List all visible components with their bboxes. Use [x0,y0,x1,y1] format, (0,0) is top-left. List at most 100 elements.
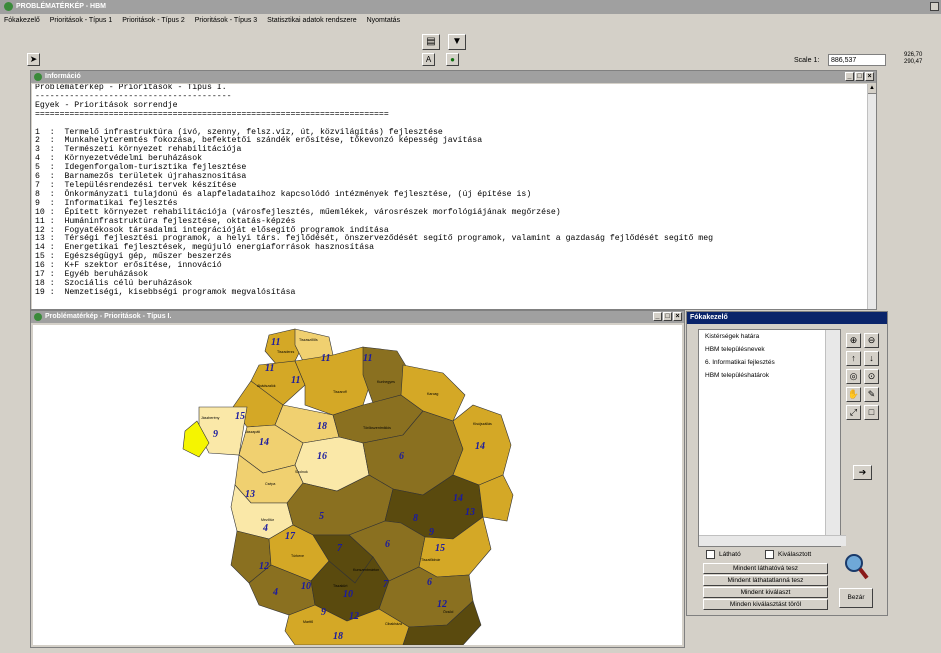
menu-prioritasok-2[interactable]: Prioritások - Típus 2 [122,17,185,24]
layer-item[interactable]: Kistérségek határa [699,330,840,343]
select-all-button[interactable]: Mindent kiválaszt [703,587,828,598]
minimize-button[interactable]: _ [845,72,854,81]
arrow-down-icon: ↓ [869,353,874,363]
layer-panel-title: Fókakezelő [687,312,887,324]
checkbox-icon [706,550,715,559]
info-line: 19 : Nemzetiségi, kisebbségi programok m… [35,287,296,297]
info-line: 16 : K+F szektor erősítése, innováció [35,261,222,271]
app-icon [4,2,13,11]
info-window: Információ _ □ × Problématérkép - Prioritá… [30,70,877,310]
layer-list[interactable]: Kistérségek határa HBM településnevek 6.… [698,329,846,547]
text-icon: A [425,55,432,64]
window-control[interactable] [930,2,939,11]
magnifier-icon [843,552,869,580]
map-window-title: Problématérkép - Prioritások - Típus I. [45,313,172,320]
funnel-tool-button[interactable]: ▼ [448,34,466,50]
priority-label: 11 [321,353,330,364]
hand-icon: ✋ [847,389,860,399]
priority-label: 9 [429,527,434,538]
zoom-in-button[interactable]: ⊕ [846,333,861,348]
arrow-up-icon: ↑ [851,353,856,363]
priority-label: 13 [465,507,475,518]
coordinate-readout: 926,70 290,47 [904,52,922,66]
menu-nyomtatas[interactable]: Nyomtatás [367,17,400,24]
pointer-icon: ➤ [29,54,38,64]
layer-list-vscroll[interactable] [825,330,840,536]
info-line: ========================================… [35,109,389,119]
scroll-up-arrow-icon[interactable]: ▲ [868,84,876,94]
selected-checkbox[interactable]: Kiválasztott [765,550,811,559]
map-window: Problématérkép - Prioritások - Típus I. … [30,310,685,648]
priority-label: 15 [235,411,245,422]
priority-label: 10 [343,589,353,600]
priority-label: 4 [262,523,268,534]
maximize-button[interactable]: □ [663,312,672,321]
clear-selection-button[interactable]: Minden kiválasztást töröl [703,599,828,610]
layer-item[interactable]: 6. Informatikai fejlesztés [699,356,840,369]
monitor-tool-button[interactable]: ▤ [422,34,440,50]
settlement-name-label: Martfű [303,620,313,624]
layer-list-hscroll[interactable] [699,535,846,546]
priority-label: 6 [399,451,404,462]
settlement-name-label: Karcag [427,392,438,396]
settlement-name-label: Abádszalók [257,384,276,388]
county-map[interactable]: 11111111 11159181416 6141341712109 12181067… [33,325,682,645]
view-button[interactable]: ◎ [846,369,861,384]
priority-label: 9 [213,429,218,440]
priority-label: 18 [333,631,343,642]
settlement-name-label: Tiszakürt [333,584,347,588]
priority-label: 14 [453,493,463,504]
show-all-button[interactable]: Mindent láthatóvá tesz [703,563,828,574]
scale-input[interactable]: 886,537 [828,54,886,66]
hide-all-button[interactable]: Mindent láthatatlanná tesz [703,575,828,586]
layer-panel: Fókakezelő Kistérségek határa HBM telepü… [686,311,888,616]
visible-label: Látható [719,551,741,559]
priority-label: 5 [319,511,324,522]
visible-checkbox[interactable]: Látható [706,550,741,559]
funnel-icon: ▼ [452,36,462,47]
menu-prioritasok-1[interactable]: Prioritások - Típus 1 [50,17,113,24]
priority-label: 17 [285,531,296,542]
menu-statisztika[interactable]: Statisztikai adatok rendszere [267,17,357,24]
move-down-button[interactable]: ↓ [864,351,879,366]
priority-label: 6 [427,577,432,588]
text-tool-button[interactable]: A [422,53,435,66]
maximize-button[interactable]: □ [855,72,864,81]
selected-label: Kiválasztott [778,551,812,559]
edit-button[interactable]: ✎ [864,387,879,402]
zoom-out-button[interactable]: ⊖ [864,333,879,348]
settlement-name-label: Cibakháza [385,622,402,626]
blank-button[interactable]: □ [864,405,879,420]
close-button[interactable]: × [673,312,682,321]
info-scrollbar[interactable]: ▲ [867,84,876,309]
center-button[interactable]: ⊙ [864,369,879,384]
priority-label: 11 [265,363,274,374]
menu-fokakezelo[interactable]: Fókakezelő [4,17,40,24]
cursor-icon: ➔ [858,467,867,477]
minimize-button[interactable]: _ [653,312,662,321]
pointer-tool-button[interactable]: ➤ [27,53,40,66]
priority-label: 15 [435,543,445,554]
map-canvas[interactable]: 11 11 11 11 11 15 9 18 14 16 6 14 13 4 17 12 10 9 12 18 10 6 7… [33,325,682,645]
layer-item[interactable]: HBM településnevek [699,343,840,356]
menu-prioritasok-3[interactable]: Prioritások - Típus 3 [195,17,258,24]
globe-tool-button[interactable]: ● [446,53,459,66]
move-up-button[interactable]: ↑ [846,351,861,366]
settlement-name-label: Tiszaderzs [277,350,294,354]
priority-label: 18 [317,421,327,432]
settlement-name-label: Jászapáti [245,430,260,434]
priority-label: 11 [271,337,280,348]
close-panel-button[interactable]: Bezár [839,588,873,608]
close-button[interactable]: × [865,72,874,81]
settlement-name-label: Túrkeve [291,554,304,558]
pan-button[interactable]: ✋ [846,387,861,402]
target-icon: ⊙ [867,371,876,381]
settlement-name-label: Jászberény [201,416,220,420]
zoom-in-icon: ⊕ [849,335,858,345]
layer-item[interactable]: HBM településhatárok [699,369,840,382]
scale-label: Scale 1: [794,57,820,64]
extent-button[interactable]: ⤢ [846,405,861,420]
select-button[interactable]: ➔ [853,465,872,480]
settlement-name-label: Kunszentmárton [353,568,379,572]
priority-label: 11 [291,375,300,386]
